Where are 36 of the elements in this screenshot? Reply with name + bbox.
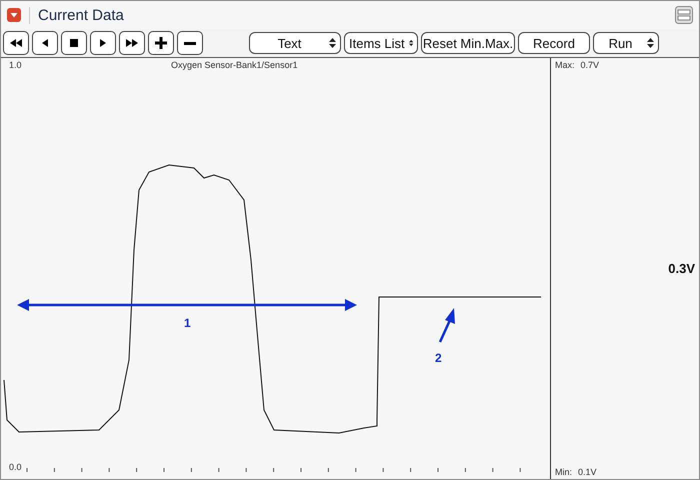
updown-icon xyxy=(408,38,413,48)
dropdown[interactable]: Text xyxy=(249,32,341,54)
annotation-label: 1 xyxy=(184,316,191,330)
play-icon xyxy=(100,39,106,47)
dropdown[interactable]: Run xyxy=(593,32,659,54)
updown-icon xyxy=(329,38,336,48)
zoom-in-button[interactable] xyxy=(148,31,174,55)
max-value: 0.7V xyxy=(580,60,600,70)
annotation-label: 2 xyxy=(435,351,442,365)
current-value: 0.3V xyxy=(668,261,695,276)
min-value: 0.1V xyxy=(578,467,597,477)
step-back-button[interactable] xyxy=(32,31,58,55)
updown-icon xyxy=(647,38,654,48)
layout-icon[interactable] xyxy=(675,6,693,24)
toolbar-button[interactable]: Reset Min.Max. xyxy=(421,32,515,54)
dropdown[interactable]: Items List xyxy=(344,32,418,54)
window-title: Current Data xyxy=(29,6,124,24)
back-icon xyxy=(42,39,48,47)
zoom-out-button[interactable] xyxy=(177,31,203,55)
fast-forward-icon xyxy=(126,39,138,47)
collapse-icon[interactable] xyxy=(7,8,21,22)
play-button[interactable] xyxy=(90,31,116,55)
plus-icon xyxy=(155,37,167,49)
graph-title: Oxygen Sensor-Bank1/Sensor1 xyxy=(171,60,298,70)
axis-label: 1.0 xyxy=(9,60,22,70)
arrow xyxy=(438,308,455,343)
toolbar-button[interactable]: Record xyxy=(518,32,590,54)
rewind-icon xyxy=(10,39,22,47)
minus-icon xyxy=(184,42,196,44)
axis-label: 0.0 xyxy=(9,462,22,472)
stop-icon xyxy=(70,39,78,47)
min-label: Min: xyxy=(555,467,572,477)
stop-button[interactable] xyxy=(61,31,87,55)
max-label: Max: xyxy=(555,60,575,70)
rewind-button[interactable] xyxy=(3,31,29,55)
fast-forward-button[interactable] xyxy=(119,31,145,55)
